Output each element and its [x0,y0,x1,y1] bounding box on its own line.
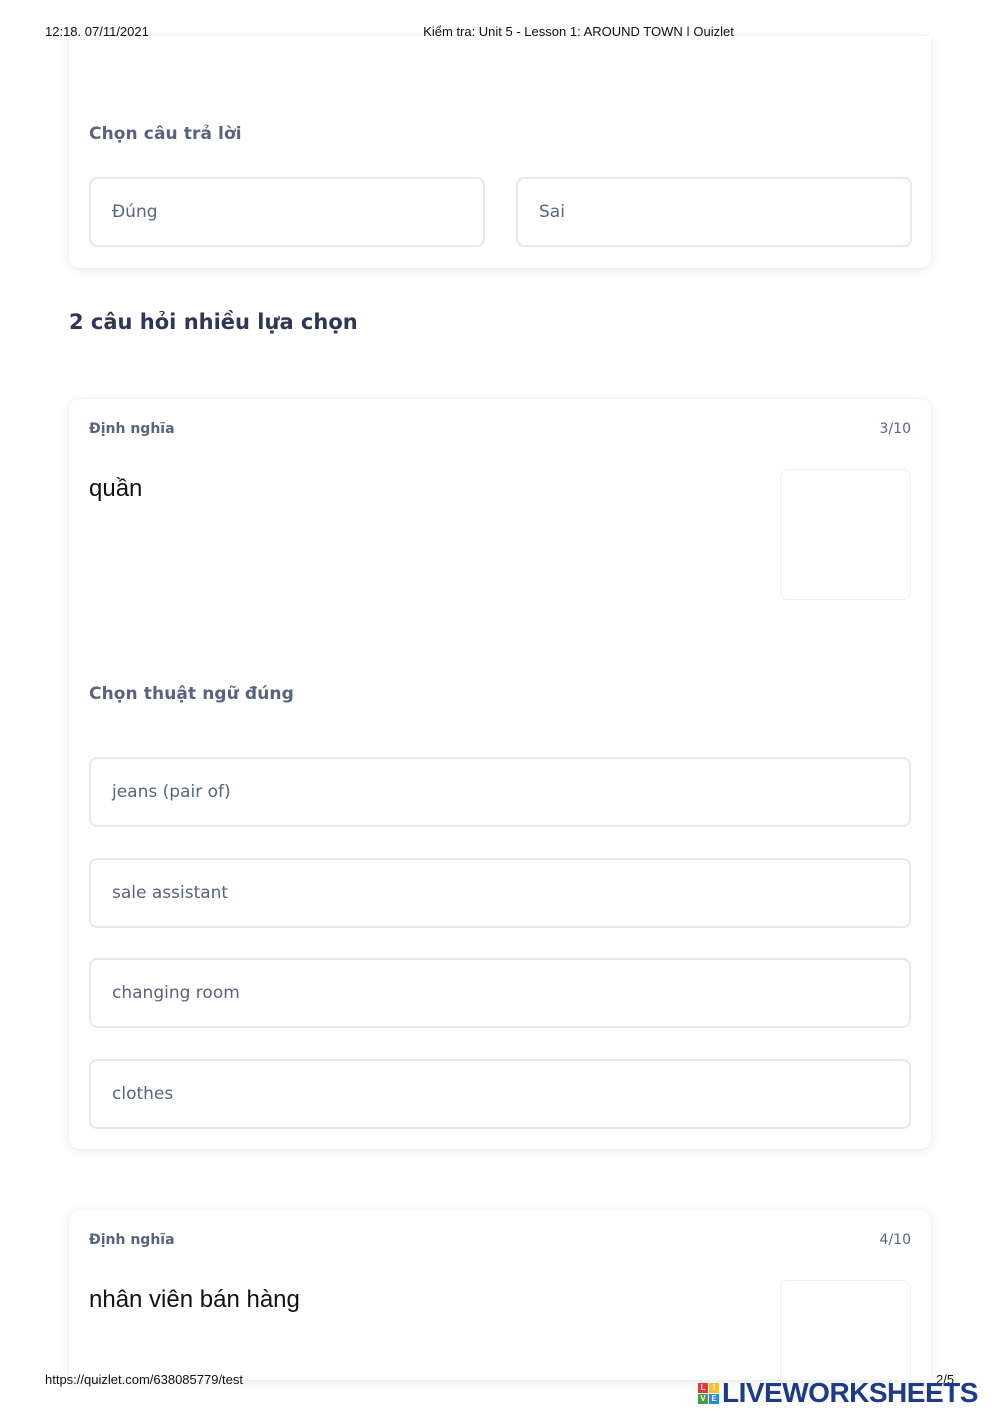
image-placeholder [780,1280,911,1380]
false-option-button[interactable]: Sai [516,177,912,247]
print-url: https://quizlet.com/638085779/test [45,1372,244,1387]
choose-term-prompt: Chọn thuật ngữ đúng [89,684,294,704]
true-false-card: Chọn câu trả lời Đúng Sai [69,36,931,268]
definition-label: Định nghĩa [89,421,175,437]
question-counter: 4/10 [879,1232,911,1248]
image-placeholder [780,469,911,600]
answer-option-1[interactable]: jeans (pair of) [89,757,911,827]
answer-option-3[interactable]: changing room [89,958,911,1028]
definition-term: quần [89,475,143,502]
section-title: 2 câu hỏi nhiều lựa chọn [69,310,358,334]
definition-label: Định nghĩa [89,1232,175,1248]
badge-letter-3: E [709,1393,719,1404]
badge-letter-0: L [698,1382,708,1393]
liveworksheets-badge-icon: L I V E [698,1382,719,1404]
true-option-button[interactable]: Đúng [89,177,485,247]
badge-letter-2: V [698,1393,708,1404]
question-card-3: Định nghĩa 3/10 quần Chọn thuật ngữ đúng… [69,399,931,1149]
liveworksheets-wordmark: LIVEWORKSHEETS [722,1377,978,1408]
question-card-4: Định nghĩa 4/10 nhân viên bán hàng [69,1210,931,1380]
answer-option-4[interactable]: clothes [89,1059,911,1129]
liveworksheets-logo: L I V E LIVEWORKSHEETS [698,1377,978,1408]
badge-letter-1: I [709,1382,719,1393]
question-counter: 3/10 [879,421,911,437]
definition-term: nhân viên bán hàng [89,1286,300,1313]
answer-prompt: Chọn câu trả lời [89,124,242,144]
answer-option-2[interactable]: sale assistant [89,858,911,928]
